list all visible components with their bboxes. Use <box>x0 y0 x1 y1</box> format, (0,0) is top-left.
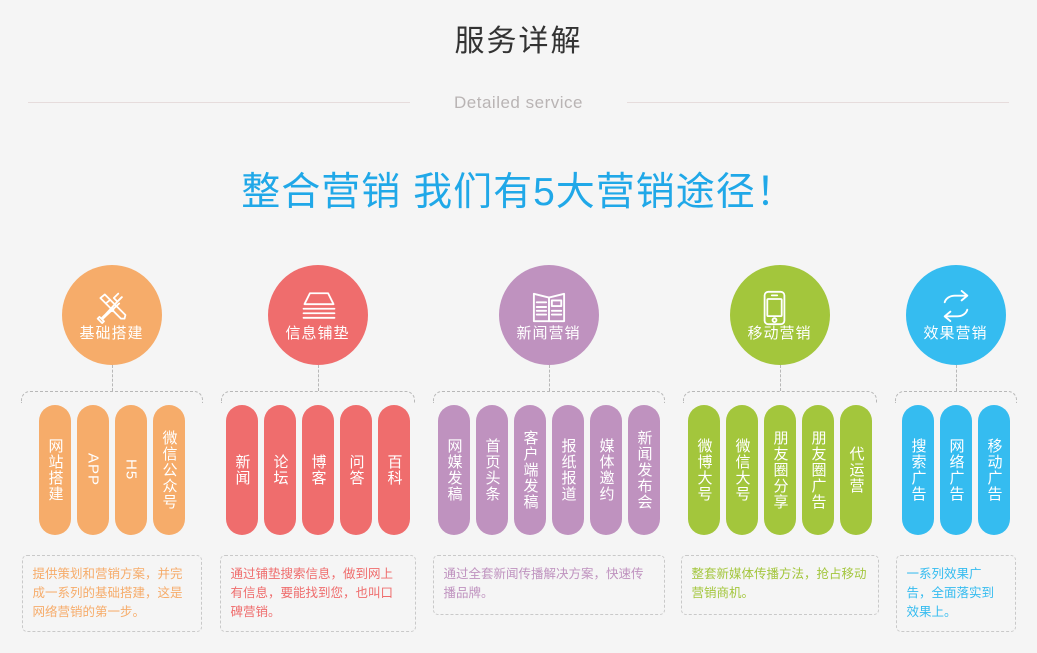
divider-line-left <box>28 102 411 103</box>
channel-column-performance-marketing: 效果营销搜索广告 网络广告 移动广告一系列效果广告，全面落实到效果上。 <box>886 265 1026 632</box>
connector-stem <box>548 365 550 391</box>
connector-bracket <box>674 365 886 405</box>
channel-pill[interactable]: 媒体邀约 <box>589 405 622 535</box>
refresh-cycle-icon <box>937 289 975 324</box>
channel-pill[interactable]: 客户端发稿 <box>513 405 546 535</box>
connector-arc <box>432 391 665 403</box>
channel-description: 提供策划和营销方案，并完成一系列的基础搭建，这是网络营销的第一步。 <box>21 555 202 632</box>
connector-bracket <box>424 365 674 405</box>
divider-line-right <box>626 102 1009 103</box>
connector-arc <box>894 391 1017 403</box>
channel-circle-info-bedding[interactable]: 信息铺垫 <box>267 265 368 365</box>
smartphone-icon <box>761 290 799 325</box>
channel-description: 一系列效果广告，全面落实到效果上。 <box>895 555 1016 632</box>
channel-pill[interactable]: 网媒发稿 <box>437 405 470 535</box>
connector-bracket <box>212 365 424 405</box>
channel-pill[interactable]: 代运营 <box>839 405 872 535</box>
channel-pill[interactable]: 朋友圈广告 <box>801 405 834 535</box>
stacked-layers-icon <box>299 290 337 324</box>
channel-pill[interactable]: 首页头条 <box>475 405 508 535</box>
marketing-channels: 基础搭建网站搭建 APP H5 微信公众号提供策划和营销方案，并完成一系列的基础搭建，… <box>0 265 1037 632</box>
connector-stem <box>955 365 957 391</box>
channel-pill[interactable]: H5 <box>114 405 147 535</box>
channel-column-info-bedding: 信息铺垫新闻 论坛 博客 问答 百科通过铺垫搜索信息，做到网上有信息，要能找到您，也叫口… <box>212 265 424 632</box>
channel-description: 通过铺垫搜索信息，做到网上有信息，要能找到您，也叫口碑营销。 <box>219 555 416 632</box>
connector-stem <box>317 365 319 391</box>
channel-pill[interactable]: 新闻 <box>225 405 258 535</box>
channel-column-mobile-marketing: 移动营销微博大号 微信大号 朋友圈分享 朋友圈广告 代运营整套新媒体传播方法，抢占移动营… <box>674 265 886 615</box>
channel-pill[interactable]: 博客 <box>301 405 334 535</box>
channel-circle-news-marketing[interactable]: 新闻营销 <box>498 265 599 365</box>
channel-pill-group: 搜索广告 网络广告 移动广告 <box>901 405 1010 535</box>
channel-circle-label: 移动营销 <box>747 324 812 342</box>
main-heading: 整合营销 我们有5大营销途径！ <box>241 170 796 214</box>
channel-pill-group: 网媒发稿 首页头条 客户端发稿 报纸报道 媒体邀约 新闻发布会 <box>437 405 660 535</box>
channel-pill[interactable]: 网站搭建 <box>38 405 71 535</box>
channel-description: 整套新媒体传播方法，抢占移动营销商机。 <box>680 555 879 615</box>
channel-pill-group: 新闻 论坛 博客 问答 百科 <box>225 405 410 535</box>
channel-pill[interactable]: 朋友圈分享 <box>763 405 796 535</box>
connector-bracket <box>12 365 212 405</box>
channel-pill[interactable]: 报纸报道 <box>551 405 584 535</box>
channel-column-basic-build: 基础搭建网站搭建 APP H5 微信公众号提供策划和营销方案，并完成一系列的基础搭建，… <box>12 265 212 632</box>
newspaper-icon <box>530 290 568 324</box>
connector-arc <box>682 391 877 403</box>
channel-description: 通过全套新闻传播解决方案，快速传播品牌。 <box>432 555 665 615</box>
channel-pill[interactable]: 论坛 <box>263 405 296 535</box>
page-header: 服务详解 Detailed service 整合营销 我们有5大营销途径！ <box>0 0 1037 217</box>
channel-pill[interactable]: 新闻发布会 <box>627 405 660 535</box>
channel-pill[interactable]: 百科 <box>377 405 410 535</box>
channel-pill[interactable]: 移动广告 <box>977 405 1010 535</box>
channel-circle-basic-build[interactable]: 基础搭建 <box>61 265 162 365</box>
connector-arc <box>20 391 203 403</box>
channel-pill[interactable]: 微信公众号 <box>152 405 185 535</box>
connector-stem <box>779 365 781 391</box>
channel-circle-label: 信息铺垫 <box>285 324 350 342</box>
channel-circle-label: 效果营销 <box>923 324 988 342</box>
channel-circle-performance-marketing[interactable]: 效果营销 <box>905 265 1006 365</box>
subtitle-row: Detailed service <box>0 93 1037 113</box>
channel-column-news-marketing: 新闻营销网媒发稿 首页头条 客户端发稿 报纸报道 媒体邀约 新闻发布会通过全套新闻传播解决… <box>424 265 674 615</box>
wrench-screwdriver-icon <box>93 290 131 324</box>
channel-circle-label: 新闻营销 <box>516 324 581 342</box>
channel-pill-group: 网站搭建 APP H5 微信公众号 <box>38 405 185 535</box>
channel-pill[interactable]: 问答 <box>339 405 372 535</box>
connector-bracket <box>886 365 1026 405</box>
channel-pill[interactable]: 网络广告 <box>939 405 972 535</box>
connector-stem <box>111 365 113 391</box>
connector-arc <box>220 391 415 403</box>
page-subtitle: Detailed service <box>454 92 583 112</box>
channel-pill[interactable]: 微信大号 <box>725 405 758 535</box>
channel-circle-mobile-marketing[interactable]: 移动营销 <box>729 265 830 365</box>
channel-pill[interactable]: APP <box>76 405 109 535</box>
channel-circle-label: 基础搭建 <box>79 324 144 342</box>
channel-pill-group: 微博大号 微信大号 朋友圈分享 朋友圈广告 代运营 <box>687 405 872 535</box>
channel-pill[interactable]: 微博大号 <box>687 405 720 535</box>
page-title: 服务详解 <box>454 25 583 58</box>
channel-pill[interactable]: 搜索广告 <box>901 405 934 535</box>
